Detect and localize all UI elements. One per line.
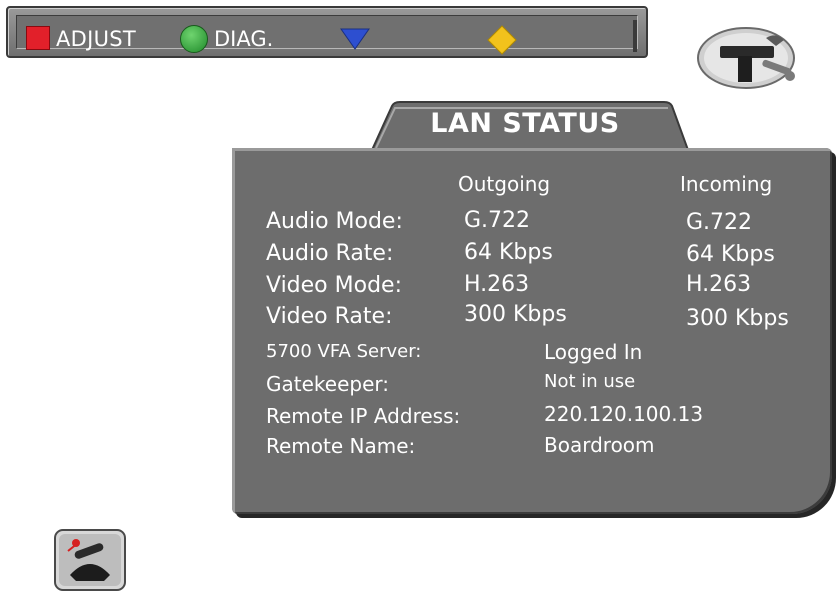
outgoing-value: H.263: [464, 272, 530, 297]
detail-label: Remote Name:: [266, 434, 416, 458]
diag-label[interactable]: DIAG.: [214, 28, 273, 50]
incoming-value: 300 Kbps: [686, 306, 789, 331]
outgoing-value: 64 Kbps: [464, 240, 553, 265]
outgoing-value: 300 Kbps: [464, 302, 567, 327]
detail-value: Boardroom: [544, 433, 655, 457]
incoming-column-header: Incoming: [680, 172, 773, 196]
row-label: Video Mode:: [266, 273, 402, 298]
row-label: Video Rate:: [266, 304, 393, 329]
row-label: Audio Rate:: [266, 241, 394, 266]
detail-value: 220.120.100.13: [544, 402, 704, 426]
toolbar-divider: [633, 20, 637, 52]
incoming-value: H.263: [686, 272, 752, 297]
adjust-label[interactable]: ADJUST: [56, 28, 136, 50]
detail-value: Not in use: [544, 371, 636, 392]
detail-value: Logged In: [544, 340, 643, 364]
lan-status-panel: Outgoing Incoming Audio Mode: G.722 G.72…: [232, 148, 832, 514]
color-key-toolbar: ADJUST DIAG.: [6, 6, 648, 58]
hang-up-phone-icon[interactable]: [54, 529, 126, 591]
row-label: Audio Mode:: [266, 209, 403, 234]
detail-label: Remote IP Address:: [266, 404, 461, 428]
yellow-diamond-icon[interactable]: [487, 25, 517, 55]
outgoing-value: G.722: [464, 208, 531, 233]
detail-label: Gatekeeper:: [266, 372, 389, 396]
panel-title: LAN STATUS: [430, 108, 620, 139]
incoming-value: 64 Kbps: [686, 242, 775, 267]
blue-triangle-down-icon[interactable]: [340, 27, 370, 51]
detail-label: 5700 VFA Server:: [266, 341, 422, 362]
outgoing-column-header: Outgoing: [458, 172, 551, 196]
red-square-icon[interactable]: [26, 26, 50, 50]
green-circle-icon[interactable]: [180, 25, 208, 53]
incoming-value: G.722: [686, 210, 753, 235]
tools-wrench-icon: [697, 27, 795, 89]
